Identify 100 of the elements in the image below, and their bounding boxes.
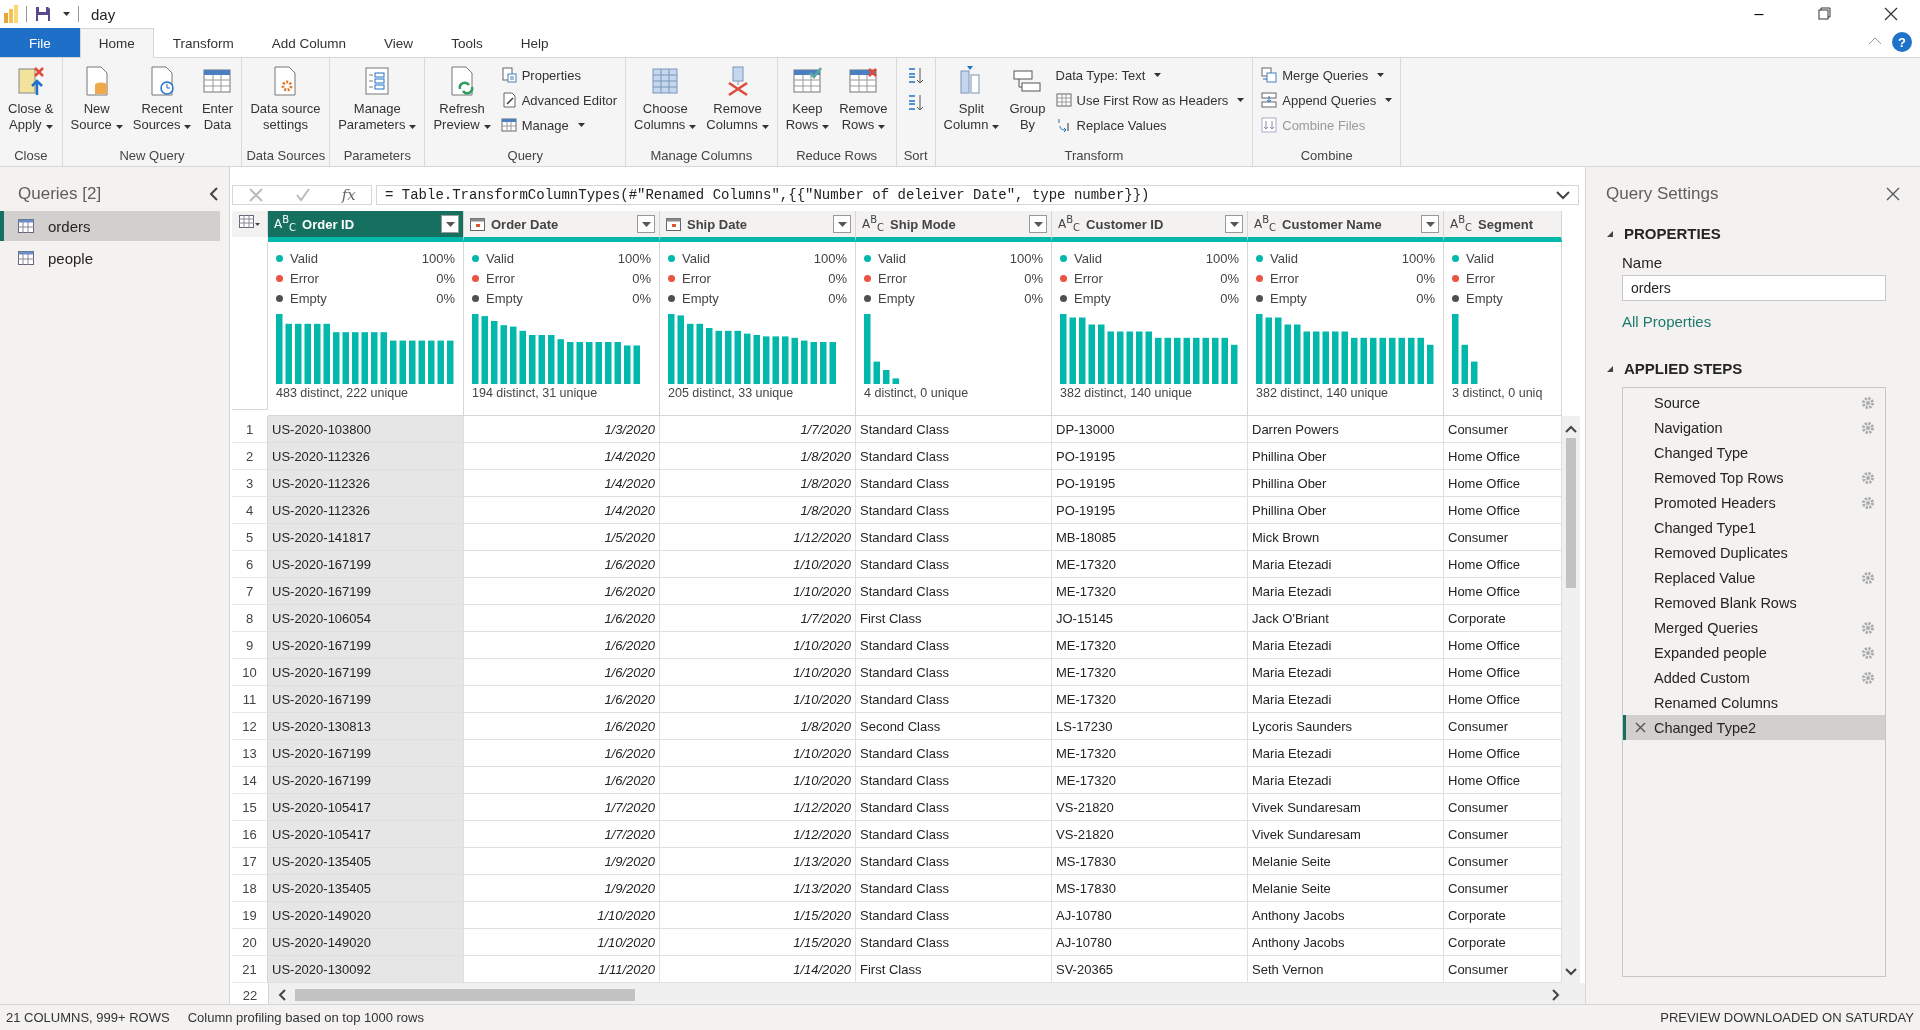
profile-percent: 0% xyxy=(1416,270,1435,286)
expand-triangle-icon[interactable] xyxy=(1606,364,1614,373)
query-item[interactable]: orders xyxy=(0,211,220,241)
ribbon-tab[interactable]: Transform xyxy=(153,28,253,57)
ribbon-tab[interactable]: Home xyxy=(79,28,154,58)
filter-button[interactable] xyxy=(441,215,459,233)
expand-chevron-icon[interactable] xyxy=(1556,190,1570,200)
applied-step[interactable]: Changed Type xyxy=(1623,440,1885,465)
filter-button[interactable] xyxy=(1421,215,1439,233)
scroll-thumb[interactable] xyxy=(1566,438,1576,588)
ribbon-tab[interactable]: Add Column xyxy=(252,28,366,57)
table-cell: Standard Class xyxy=(856,578,1052,605)
ribbon-button[interactable]: Data source settings xyxy=(246,61,325,148)
table-icon xyxy=(18,219,34,233)
table-cell: LS-17230 xyxy=(1052,713,1248,740)
ribbon-button[interactable]: Group By xyxy=(1005,61,1050,148)
calendar-icon[interactable] xyxy=(470,217,485,231)
ribbon-tab[interactable]: Tools xyxy=(432,28,502,57)
table-cell: US-2020-167199 xyxy=(268,740,464,767)
collapse-ribbon-icon[interactable] xyxy=(1868,36,1882,46)
table-cell: ME-17320 xyxy=(1052,686,1248,713)
ribbon-button[interactable]: Append Queries xyxy=(1257,88,1397,112)
table-cell: 1/10/2020 xyxy=(660,551,856,578)
table-menu-icon[interactable] xyxy=(238,214,261,229)
applied-step[interactable]: Changed Type2 xyxy=(1623,715,1885,740)
all-properties-link[interactable]: All Properties xyxy=(1622,313,1900,330)
table-cell: JO-15145 xyxy=(1052,605,1248,632)
ribbon-button[interactable]: Data Type: Text xyxy=(1051,63,1249,87)
column-header[interactable]: A$^{B}$$_{C}$ Ship Mode xyxy=(856,211,1052,242)
scroll-down-icon[interactable] xyxy=(1565,967,1577,977)
check-icon[interactable] xyxy=(295,187,311,203)
column-header[interactable]: A$^{B}$$_{C}$ Order ID xyxy=(268,211,464,242)
query-item[interactable]: people xyxy=(0,243,220,273)
scroll-left-icon[interactable] xyxy=(277,989,287,1001)
minimize-button[interactable]: – xyxy=(1730,0,1788,28)
ribbon-button[interactable]: Choose Columns xyxy=(630,61,701,148)
table-cell: US-2020-167199 xyxy=(268,686,464,713)
ribbon-button[interactable]: Keep Rows xyxy=(781,61,834,148)
scroll-thumb[interactable] xyxy=(295,989,635,1001)
applied-step[interactable]: Expanded people xyxy=(1623,640,1885,665)
profile-percent: 100% xyxy=(813,250,847,266)
ribbon-tab[interactable]: File xyxy=(0,28,80,57)
filter-button[interactable] xyxy=(1029,215,1047,233)
calendar-icon[interactable] xyxy=(666,217,681,231)
ribbon-tab[interactable]: View xyxy=(365,28,433,57)
applied-step[interactable]: Replaced Value xyxy=(1623,565,1885,590)
ribbon-button[interactable]: Merge Queries xyxy=(1257,63,1397,87)
ribbon-button[interactable]: Remove Columns xyxy=(702,61,773,148)
ribbon-button[interactable]: Advanced Editor xyxy=(496,88,622,112)
function-button[interactable]: fx xyxy=(341,186,356,204)
ribbon-button[interactable]: Split Column xyxy=(939,61,1004,148)
ribbon-button[interactable]: Refresh Preview xyxy=(429,61,495,148)
applied-step[interactable]: Renamed Columns xyxy=(1623,690,1885,715)
ribbon-button[interactable]: Manage Parameters xyxy=(334,61,421,148)
collapse-chevron-icon[interactable] xyxy=(209,187,219,201)
table-cell: MB-18085 xyxy=(1052,524,1248,551)
table-cell: Maria Etezadi xyxy=(1248,686,1444,713)
row-number: 19 xyxy=(232,902,268,929)
applied-step[interactable]: Added Custom xyxy=(1623,665,1885,690)
ribbon-button[interactable]: Replace Values xyxy=(1051,113,1249,137)
save-icon[interactable] xyxy=(35,6,51,22)
ribbon-button[interactable]: Manage xyxy=(496,113,622,137)
table-cell: US-2020-103800 xyxy=(268,416,464,443)
table-menu-button[interactable] xyxy=(232,211,268,237)
ribbon-button[interactable]: Recent Sources xyxy=(128,61,196,148)
column-header[interactable]: A$^{B}$$_{C}$ Segment xyxy=(1444,211,1562,242)
help-button[interactable]: ? xyxy=(1892,32,1912,52)
expand-triangle-icon[interactable] xyxy=(1606,229,1614,238)
applied-step[interactable]: Source xyxy=(1623,390,1885,415)
column-header[interactable]: Order Date xyxy=(464,211,660,242)
ribbon-button[interactable]: New Source xyxy=(66,61,127,148)
column-header[interactable]: Ship Date xyxy=(660,211,856,242)
close-icon[interactable] xyxy=(1886,187,1900,201)
applied-step[interactable]: Merged Queries xyxy=(1623,615,1885,640)
sort-descending-icon[interactable] xyxy=(906,93,925,113)
ribbon-button[interactable]: Remove Rows xyxy=(835,61,892,148)
name-field[interactable]: orders xyxy=(1622,275,1886,301)
vertical-scrollbar[interactable] xyxy=(1562,416,1580,983)
applied-step[interactable]: Navigation xyxy=(1623,415,1885,440)
column-header[interactable]: A$^{B}$$_{C}$ Customer Name xyxy=(1248,211,1444,242)
sort-ascending-icon[interactable] xyxy=(906,66,925,86)
ribbon-tab[interactable]: Help xyxy=(501,28,568,57)
horizontal-scrollbar[interactable] xyxy=(269,983,1585,1007)
formula-field[interactable]: = Table.TransformColumnTypes(#"Renamed Columns",{{"Number of deleiver Date", type number}}) xyxy=(376,185,1579,205)
applied-step[interactable]: Promoted Headers xyxy=(1623,490,1885,515)
scroll-right-icon[interactable] xyxy=(1551,989,1561,1001)
ribbon-button[interactable]: Close & Apply xyxy=(4,61,58,148)
applied-step[interactable]: Removed Duplicates xyxy=(1623,540,1885,565)
filter-button[interactable] xyxy=(1225,215,1243,233)
ribbon-button[interactable]: Use First Row as Headers xyxy=(1051,88,1249,112)
ribbon-button[interactable]: Enter Data xyxy=(197,61,238,148)
column-header[interactable]: A$^{B}$$_{C}$ Customer ID xyxy=(1052,211,1248,242)
applied-step[interactable]: Removed Blank Rows xyxy=(1623,590,1885,615)
applied-step[interactable]: Changed Type1 xyxy=(1623,515,1885,540)
ribbon-button[interactable]: Properties xyxy=(496,63,622,87)
filter-button[interactable] xyxy=(637,215,655,233)
filter-button[interactable] xyxy=(833,215,851,233)
delete-icon[interactable] xyxy=(1634,722,1646,733)
applied-step[interactable]: Removed Top Rows xyxy=(1623,465,1885,490)
scroll-up-icon[interactable] xyxy=(1565,424,1577,434)
